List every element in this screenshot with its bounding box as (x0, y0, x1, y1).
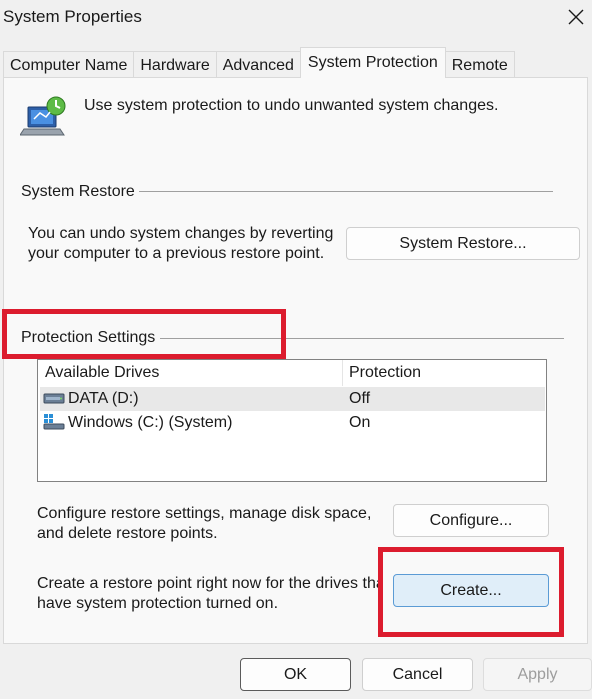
system-restore-description: You can undo system changes by reverting… (28, 224, 333, 264)
system-restore-description-line2: your computer to a previous restore poin… (28, 245, 325, 262)
tab-remote[interactable]: Remote (444, 51, 515, 78)
drive-icon (43, 390, 65, 411)
ok-button[interactable]: OK (240, 658, 351, 691)
drives-list-header: Available Drives Protection (38, 360, 546, 386)
drive-name: DATA (D:) (68, 390, 139, 407)
system-drive-icon (43, 414, 65, 435)
create-description-line1: Create a restore point right now for the… (37, 575, 382, 592)
protection-settings-divider (160, 338, 564, 339)
drive-row[interactable]: Windows (C:) (System) On (40, 411, 545, 435)
column-header-available-drives[interactable]: Available Drives (45, 364, 159, 382)
window-title: System Properties (3, 7, 142, 26)
drive-name: Windows (C:) (System) (68, 414, 233, 431)
configure-description-line1: Configure restore settings, manage disk … (37, 505, 372, 522)
drive-protection-status: Off (349, 390, 371, 407)
create-description: Create a restore point right now for the… (37, 574, 382, 614)
close-button[interactable] (560, 2, 592, 32)
create-description-line2: have system protection turned on. (37, 595, 279, 612)
intro-text: Use system protection to undo unwanted s… (84, 97, 499, 114)
close-icon (568, 9, 584, 25)
tab-hardware[interactable]: Hardware (133, 51, 217, 78)
tab-strip: Computer Name Hardware Advanced System P… (3, 47, 515, 78)
available-drives-list[interactable]: Available Drives Protection DATA (D:) Of… (37, 359, 547, 482)
system-properties-window: System Properties Computer Name Hardware… (0, 0, 592, 699)
drive-row[interactable]: DATA (D:) Off (40, 387, 545, 411)
create-button[interactable]: Create... (393, 574, 549, 607)
configure-description: Configure restore settings, manage disk … (37, 504, 371, 544)
system-protection-icon (19, 95, 68, 139)
system-restore-divider (130, 191, 553, 192)
system-restore-description-line1: You can undo system changes by reverting (28, 225, 334, 242)
system-restore-button[interactable]: System Restore... (346, 227, 580, 260)
protection-settings-group-label: Protection Settings (21, 329, 160, 347)
configure-button[interactable]: Configure... (393, 504, 549, 537)
tab-computer-name[interactable]: Computer Name (3, 51, 135, 78)
configure-description-line2: and delete restore points. (37, 525, 218, 542)
column-divider[interactable] (342, 360, 343, 386)
column-header-protection[interactable]: Protection (349, 364, 421, 382)
tab-advanced[interactable]: Advanced (215, 51, 301, 78)
cancel-button[interactable]: Cancel (362, 658, 473, 691)
apply-button[interactable]: Apply (483, 658, 592, 691)
tab-system-protection[interactable]: System Protection (299, 47, 446, 78)
system-restore-group-label: System Restore (21, 183, 139, 201)
drive-protection-status: On (349, 414, 371, 431)
